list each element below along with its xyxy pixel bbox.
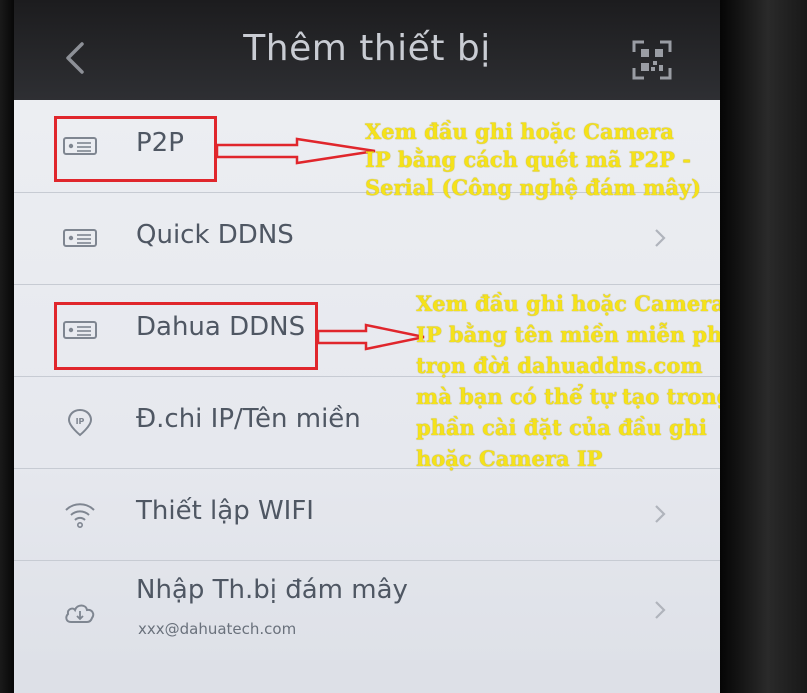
annotation-note-p2p: Xem đầu ghi hoặc Camera IP bằng cách qué… bbox=[365, 119, 702, 200]
list-item-label: Thiết lập WIFI bbox=[136, 496, 314, 526]
account-email: xxx@dahuatech.com bbox=[138, 620, 297, 638]
list-item-quick-ddns[interactable]: Quick DDNS bbox=[14, 192, 720, 285]
list-item-label: Nhập Th.bị đám mây bbox=[136, 575, 408, 605]
highlight-box-p2p bbox=[54, 116, 217, 182]
device-bezel-right bbox=[720, 0, 807, 693]
navigation-bar: Thêm thiết bị bbox=[14, 0, 720, 100]
annotation-arrow-dahua-ddns bbox=[318, 323, 425, 351]
list-item-label: Quick DDNS bbox=[136, 220, 294, 250]
annotation-arrow-p2p bbox=[217, 137, 376, 165]
device-bezel-left bbox=[0, 0, 14, 693]
svg-text:IP: IP bbox=[76, 417, 85, 426]
chevron-right-icon bbox=[655, 229, 666, 247]
phone-screen: Thêm thiết bị P2P Quick DDNS Dahua DDNS … bbox=[14, 0, 720, 693]
list-item-wifi-setup[interactable]: Thiết lập WIFI bbox=[14, 468, 720, 561]
cloud-download-icon bbox=[65, 604, 95, 623]
ip-pin-icon: IP bbox=[67, 408, 93, 437]
chevron-right-icon bbox=[655, 601, 666, 619]
qr-scan-icon[interactable] bbox=[632, 40, 672, 80]
highlight-box-dahua-ddns bbox=[54, 302, 318, 370]
list-item-label: Đ.chi IP/Tên miền bbox=[136, 404, 361, 434]
page-title: Thêm thiết bị bbox=[243, 28, 491, 69]
dvr-icon bbox=[63, 229, 97, 247]
annotation-note-dahua-ddns: Xem đầu ghi hoặc Camera IP bằng tên miền… bbox=[416, 291, 720, 471]
list-bottom-space bbox=[14, 660, 720, 693]
wifi-icon bbox=[65, 503, 95, 528]
chevron-right-icon bbox=[655, 505, 666, 523]
list-item-cloud-device[interactable]: Nhập Th.bị đám mây xxx@dahuatech.com bbox=[14, 560, 720, 661]
